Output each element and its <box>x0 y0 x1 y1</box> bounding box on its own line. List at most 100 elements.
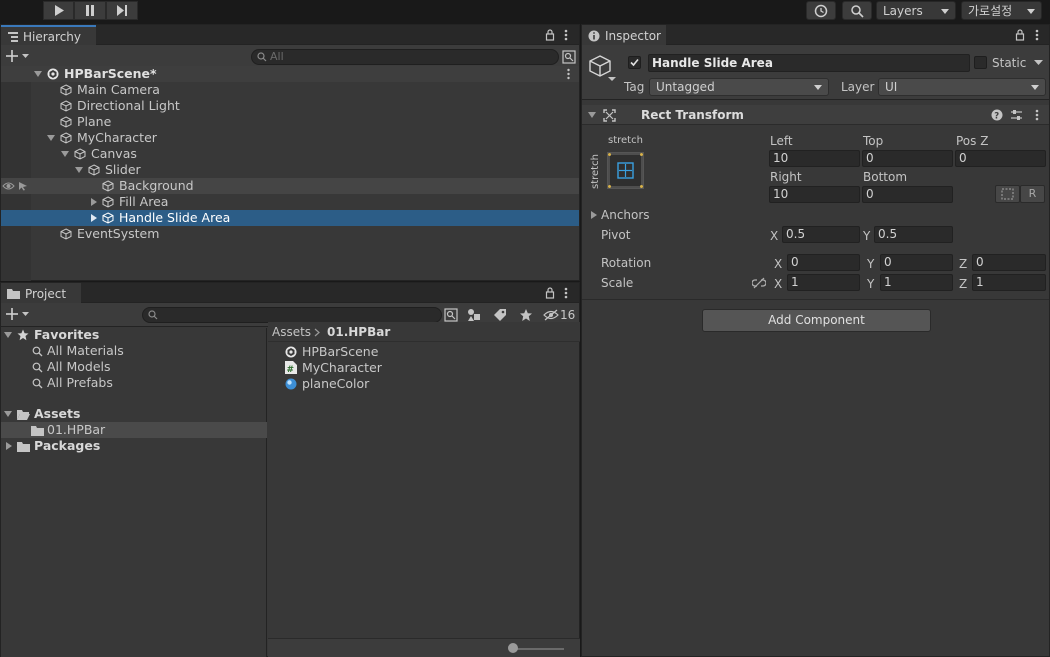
chevron-down-icon[interactable] <box>4 411 12 417</box>
presets-icon[interactable] <box>1010 109 1023 121</box>
rotation-y-field[interactable]: 0 <box>880 254 953 271</box>
lock-icon[interactable] <box>1015 29 1025 41</box>
hierarchy-item-eventsystem[interactable]: EventSystem <box>1 226 579 242</box>
blueprint-mode-button[interactable] <box>995 185 1020 203</box>
chevron-right-icon[interactable] <box>91 198 97 206</box>
assets-row[interactable]: Assets <box>1 406 267 422</box>
chevron-right-icon[interactable] <box>591 211 597 219</box>
hierarchy-item-mycharacter[interactable]: MyCharacter <box>1 130 579 146</box>
active-checkbox[interactable] <box>628 56 641 69</box>
chevron-right-icon[interactable] <box>91 214 97 222</box>
scale-y-field[interactable]: 1 <box>880 274 953 291</box>
favorites-row[interactable]: Favorites <box>1 327 267 343</box>
file-item-hpbarscene[interactable]: HPBarScene <box>284 344 574 360</box>
pivot-label: Pivot <box>601 228 631 242</box>
hierarchy-search-input[interactable]: All <box>251 49 559 65</box>
hierarchy-item-label: Directional Light <box>77 98 180 113</box>
help-icon[interactable]: ? <box>991 109 1003 121</box>
rect-transform-header[interactable]: Rect Transform ? <box>582 105 1049 125</box>
more-options-icon[interactable] <box>1034 29 1040 41</box>
rotation-x-field[interactable]: 0 <box>787 254 860 271</box>
pick-icon[interactable] <box>17 181 29 191</box>
tab-hierarchy[interactable]: Hierarchy <box>1 25 96 46</box>
unlinked-icon[interactable] <box>752 277 766 289</box>
file-item-planecolor[interactable]: planeColor <box>284 376 574 392</box>
scale-x-field[interactable]: 1 <box>787 274 860 291</box>
tab-project[interactable]: Project <box>1 283 81 304</box>
more-options-icon[interactable] <box>563 287 569 299</box>
bottom-field[interactable]: 0 <box>862 186 953 203</box>
right-field[interactable]: 10 <box>769 186 860 203</box>
create-button[interactable] <box>5 306 31 322</box>
label-tag-icon[interactable] <box>493 308 507 322</box>
filter-type-icon[interactable] <box>467 308 481 322</box>
raw-edit-button[interactable]: R <box>1020 185 1045 203</box>
hierarchy-item-plane[interactable]: Plane <box>1 114 579 130</box>
left-field[interactable]: 10 <box>769 150 860 167</box>
more-options-icon[interactable] <box>563 29 569 41</box>
project-search-input[interactable] <box>142 307 442 323</box>
play-button[interactable] <box>43 1 74 20</box>
folder-item-01-hpbar[interactable]: 01.HPBar <box>1 422 267 438</box>
create-button[interactable] <box>5 48 31 64</box>
breadcrumb-current[interactable]: 01.HPBar <box>327 325 390 339</box>
rotation-z-field[interactable]: 0 <box>972 254 1046 271</box>
tag-dropdown[interactable]: Untagged <box>649 78 829 96</box>
layout-dropdown[interactable]: 가로설정 <box>961 1 1042 20</box>
hidden-packages-toggle[interactable]: 16 <box>543 307 575 323</box>
layer-dropdown[interactable]: UI <box>878 78 1046 96</box>
favorite-item-all-materials[interactable]: All Materials <box>1 343 267 359</box>
top-field[interactable]: 0 <box>862 150 953 167</box>
file-item-mycharacter[interactable]: # MyCharacter <box>284 360 574 376</box>
tab-inspector[interactable]: Inspector <box>582 25 666 46</box>
history-button[interactable] <box>806 1 836 20</box>
object-name-field[interactable]: Handle Slide Area <box>648 54 970 72</box>
favorite-item-all-models[interactable]: All Models <box>1 359 267 375</box>
hierarchy-item-main-camera[interactable]: Main Camera <box>1 82 579 98</box>
zoom-slider-thumb[interactable] <box>508 643 518 653</box>
layers-dropdown[interactable]: Layers <box>876 1 956 20</box>
star-icon[interactable] <box>519 308 533 322</box>
scale-z-field[interactable]: 1 <box>972 274 1046 291</box>
scene-search-icon[interactable] <box>444 308 458 322</box>
breadcrumb-root[interactable]: Assets <box>272 325 311 339</box>
info-icon <box>588 30 600 41</box>
hierarchy-item-canvas[interactable]: Canvas <box>1 146 579 162</box>
search-button[interactable] <box>842 1 872 20</box>
hierarchy-item-label: Background <box>119 178 194 193</box>
posz-field[interactable]: 0 <box>955 150 1046 167</box>
chevron-down-icon[interactable] <box>75 167 83 173</box>
zoom-slider-track[interactable] <box>512 648 564 650</box>
anchor-presets-button[interactable] <box>607 152 644 189</box>
chevron-down-icon[interactable] <box>61 151 69 157</box>
step-button[interactable] <box>106 1 138 20</box>
scene-row[interactable]: HPBarScene* <box>1 66 579 82</box>
hierarchy-item-handle-slide-area[interactable]: Handle Slide Area <box>1 210 579 226</box>
lock-icon[interactable] <box>545 287 555 299</box>
hierarchy-item-slider[interactable]: Slider <box>1 162 579 178</box>
chevron-down-icon[interactable] <box>4 332 12 338</box>
anchors-label[interactable]: Anchors <box>601 208 650 222</box>
chevron-down-icon[interactable] <box>47 135 55 141</box>
chevron-down-icon[interactable] <box>1034 60 1043 66</box>
gameobject-icon[interactable] <box>588 54 618 82</box>
favorite-item-all-prefabs[interactable]: All Prefabs <box>1 375 267 391</box>
static-checkbox[interactable] <box>974 56 987 69</box>
chevron-down-icon[interactable] <box>588 112 596 118</box>
pause-button[interactable] <box>74 1 106 20</box>
scene-search-icon[interactable] <box>562 50 576 64</box>
chevron-right-icon[interactable] <box>6 442 12 450</box>
lock-icon[interactable] <box>545 29 555 41</box>
hidden-count: 16 <box>560 308 576 322</box>
pivot-y-field[interactable]: 0.5 <box>874 226 953 243</box>
add-component-button[interactable]: Add Component <box>702 309 931 332</box>
pivot-x-field[interactable]: 0.5 <box>782 226 860 243</box>
project-panel: Project 16 Favorites All Materials All M… <box>0 282 580 657</box>
hierarchy-item-directional-light[interactable]: Directional Light <box>1 98 579 114</box>
packages-row[interactable]: Packages <box>1 438 267 454</box>
eye-icon[interactable] <box>2 181 15 191</box>
hierarchy-item-background[interactable]: Background <box>1 178 579 194</box>
hierarchy-item-fill-area[interactable]: Fill Area <box>1 194 579 210</box>
more-options-icon[interactable] <box>1034 109 1040 121</box>
more-options-icon[interactable] <box>566 68 571 80</box>
